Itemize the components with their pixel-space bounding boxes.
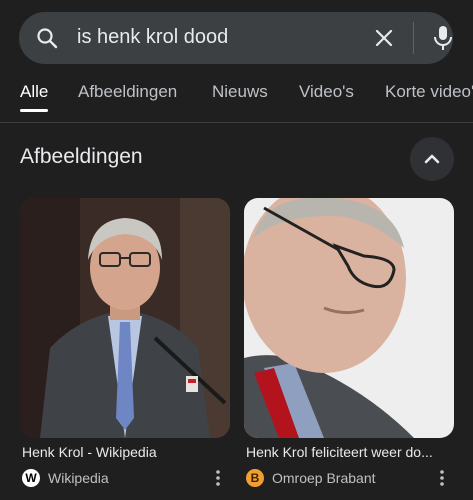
image-thumbnail[interactable] xyxy=(244,198,454,438)
tab-nieuws[interactable]: Nieuws xyxy=(212,82,268,102)
search-bar[interactable]: is henk krol dood xyxy=(19,12,453,64)
chevron-up-icon xyxy=(424,154,440,164)
image-result-card[interactable]: Henk Krol feliciteert weer do... B Omroe… xyxy=(244,198,454,487)
image-source[interactable]: B Omroep Brabant xyxy=(246,468,376,488)
collapse-button[interactable] xyxy=(410,137,454,181)
more-vert-icon[interactable] xyxy=(210,468,226,488)
tab-korte-videos[interactable]: Korte video's xyxy=(385,82,473,102)
source-name: Omroep Brabant xyxy=(272,470,376,486)
image-caption[interactable]: Henk Krol feliciteert weer do... xyxy=(246,444,452,460)
close-icon[interactable] xyxy=(372,26,396,55)
section-title: Afbeeldingen xyxy=(20,145,143,168)
image-result-card[interactable]: Henk Krol - Wikipedia W Wikipedia xyxy=(20,198,230,487)
mic-icon[interactable] xyxy=(431,24,455,57)
more-vert-icon[interactable] xyxy=(434,468,450,488)
tab-afbeeldingen[interactable]: Afbeeldingen xyxy=(78,82,177,102)
tab-videos[interactable]: Video's xyxy=(299,82,354,102)
wikipedia-favicon-icon: W xyxy=(22,469,40,487)
source-name: Wikipedia xyxy=(48,470,109,486)
tab-alle[interactable]: Alle xyxy=(20,82,49,112)
image-caption[interactable]: Henk Krol - Wikipedia xyxy=(22,444,228,460)
omroep-brabant-favicon-icon: B xyxy=(246,469,264,487)
image-source[interactable]: W Wikipedia xyxy=(22,468,109,488)
search-divider xyxy=(413,22,414,54)
search-tabs: Alle Afbeeldingen Nieuws Video's Korte v… xyxy=(0,76,473,122)
search-icon xyxy=(35,26,59,55)
search-input[interactable]: is henk krol dood xyxy=(77,26,228,49)
tabs-divider xyxy=(0,122,473,123)
image-thumbnail[interactable] xyxy=(20,198,230,438)
